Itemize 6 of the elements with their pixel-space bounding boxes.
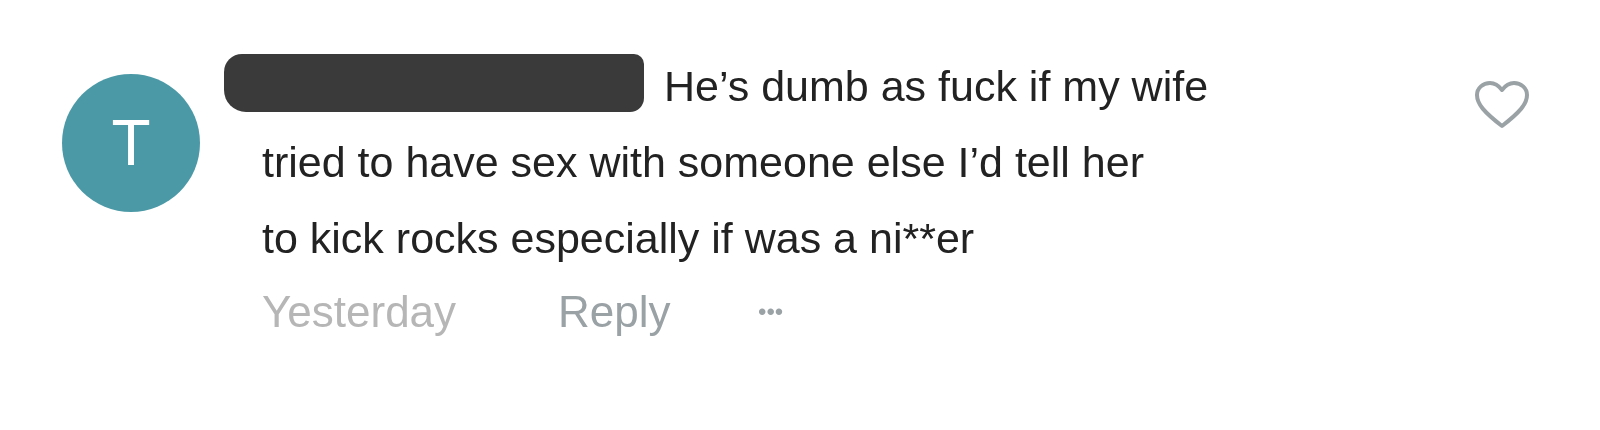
avatar: T xyxy=(62,74,200,212)
reply-button[interactable]: Reply xyxy=(558,280,758,344)
more-button[interactable]: ••• xyxy=(758,280,784,344)
comment-text: He’s dumb as fuck if my wife tried to have sex with someone else I’d tell her to kick rocks especially if was a ni**er xyxy=(262,61,1210,264)
timestamp: Yesterday xyxy=(262,286,458,338)
heart-icon[interactable] xyxy=(1474,80,1530,130)
